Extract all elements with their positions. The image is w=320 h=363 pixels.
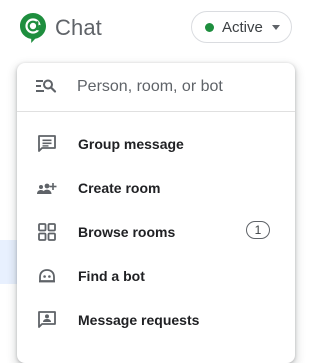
menu-item-label: Group message xyxy=(78,136,184,152)
menu-item-message-requests[interactable]: Message requests xyxy=(17,298,295,342)
browse-rooms-icon xyxy=(36,221,58,243)
top-bar: Chat Active xyxy=(0,0,312,56)
menu-item-label: Browse rooms xyxy=(78,224,176,240)
menu-item-group-message[interactable]: Group message xyxy=(17,122,295,166)
create-room-icon xyxy=(36,177,58,199)
menu-item-label: Message requests xyxy=(78,312,200,328)
menu-item-find-a-bot[interactable]: Find a bot xyxy=(17,254,295,298)
person-search-icon xyxy=(35,76,57,98)
app-title: Chat xyxy=(55,15,102,40)
message-requests-icon xyxy=(36,309,58,331)
browse-rooms-count-badge: 1 xyxy=(246,221,270,239)
new-chat-menu: Group message Create room Browse rooms xyxy=(17,63,295,363)
menu-item-browse-rooms[interactable]: Browse rooms 1 xyxy=(17,210,295,254)
status-dropdown-button[interactable]: Active xyxy=(191,11,292,43)
group-message-icon xyxy=(36,133,58,155)
bot-icon xyxy=(36,265,58,287)
menu-item-create-room[interactable]: Create room xyxy=(17,166,295,210)
menu-item-label: Create room xyxy=(78,180,161,196)
caret-down-icon xyxy=(272,25,280,30)
search-bar xyxy=(17,63,295,112)
status-label: Active xyxy=(222,19,263,36)
menu-item-label: Find a bot xyxy=(78,268,145,284)
search-input[interactable] xyxy=(77,74,277,100)
google-chat-logo-icon[interactable] xyxy=(20,13,46,43)
status-active-dot-icon xyxy=(205,23,214,32)
